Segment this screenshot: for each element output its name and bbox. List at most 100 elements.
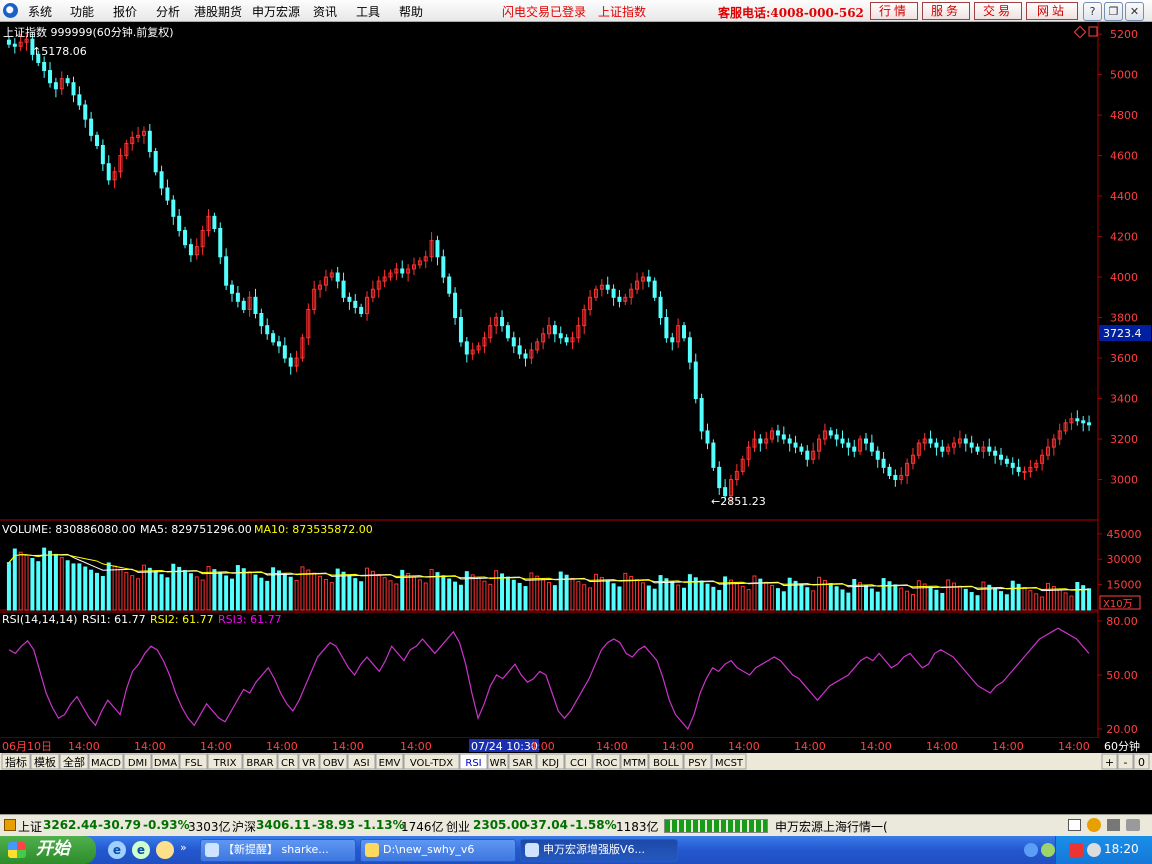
indicator-tab-label: FSL: [185, 758, 203, 769]
menu-news[interactable]: 资讯: [313, 3, 337, 20]
diamond-icon[interactable]: [1073, 25, 1087, 39]
app-logo-icon[interactable]: [3, 3, 18, 18]
volume-bar: [1010, 580, 1015, 611]
service-button[interactable]: 服务: [922, 2, 970, 20]
market-meter-icon: [664, 819, 768, 833]
menu-swhy[interactable]: 申万宏源: [252, 3, 300, 20]
indicator-tab-macd[interactable]: MACD: [88, 753, 124, 770]
candle-body: [987, 446, 992, 452]
indicator-tab-全部[interactable]: 全部: [59, 753, 89, 770]
ie-icon[interactable]: e: [108, 841, 126, 859]
tray-flag-icon[interactable]: [1069, 843, 1083, 857]
candle-body: [505, 325, 510, 339]
indicator-tab-asi[interactable]: ASI: [347, 753, 376, 770]
chart-area[interactable]: 3000 3200 3400 3600 3800 4000 4200 4400 4600 4800…: [0, 22, 1152, 770]
layout-icon[interactable]: [1068, 819, 1081, 831]
volume-bar: [981, 581, 986, 611]
menu-help[interactable]: 帮助: [399, 3, 423, 20]
menu-analysis[interactable]: 分析: [156, 3, 180, 20]
y-tick-label: 3600: [1110, 352, 1138, 365]
candle-body: [705, 430, 710, 444]
top-index-name[interactable]: 上证指数: [598, 3, 646, 20]
task-swhy[interactable]: 申万宏源增强版V6...: [520, 839, 678, 862]
menu-hk-futures[interactable]: 港股期货: [194, 3, 242, 20]
y-tick-label: 45000: [1107, 528, 1142, 541]
indicator-tab-mcst[interactable]: MCST: [711, 753, 747, 770]
tray-tool-icon[interactable]: [1024, 843, 1038, 857]
indicator-tab-cci[interactable]: CCI: [564, 753, 593, 770]
indicator-tab-cr[interactable]: CR: [277, 753, 299, 770]
settings-icon[interactable]: [1126, 819, 1140, 831]
maximize-panel-icon[interactable]: [1088, 26, 1098, 37]
help-icon[interactable]: ?: [1083, 2, 1102, 21]
quotes-button[interactable]: 行情: [870, 2, 918, 20]
volume-bar: [65, 560, 70, 611]
quicklaunch-more-icon[interactable]: »: [180, 841, 187, 854]
task-folder[interactable]: D:\new_swhy_v6: [360, 839, 516, 862]
menu-function[interactable]: 功能: [70, 3, 94, 20]
candle-body: [218, 227, 223, 258]
close-icon[interactable]: ✕: [1125, 2, 1144, 21]
indicator-tab-wr[interactable]: WR: [487, 753, 509, 770]
indicator-tab-trix[interactable]: TRIX: [207, 753, 243, 770]
low-annotation: ←2851.23: [711, 495, 766, 508]
indicator-tab-kdj[interactable]: KDJ: [536, 753, 565, 770]
indicator-tab-brar[interactable]: BRAR: [242, 753, 278, 770]
tray-clock[interactable]: 18:20: [1104, 842, 1139, 856]
volume-bar: [605, 580, 610, 611]
folder-icon: [365, 843, 379, 857]
server-label[interactable]: 申万宏源上海行情一(: [775, 818, 888, 835]
login-status[interactable]: 闪电交易已登录: [502, 3, 586, 20]
tray-network-icon[interactable]: [1087, 843, 1101, 857]
indicator-tab-emv[interactable]: EMV: [375, 753, 404, 770]
indicator-tab-rsi[interactable]: RSI: [459, 753, 488, 770]
volume-bar: [224, 575, 229, 611]
restore-icon[interactable]: ❐: [1104, 2, 1123, 21]
menu-system[interactable]: 系统: [28, 3, 52, 20]
indicator-tab-dma[interactable]: DMA: [151, 753, 180, 770]
volume-bar: [570, 577, 575, 611]
indicator-tab-boll[interactable]: BOLL: [648, 753, 684, 770]
candle-body: [500, 317, 505, 327]
tray-app-icon[interactable]: [1041, 843, 1055, 857]
candle-body: [670, 337, 675, 343]
candle-body: [400, 268, 405, 274]
volume-bar: [247, 571, 252, 611]
indicator-tab-obv[interactable]: OBV: [319, 753, 348, 770]
volume-bar: [670, 581, 675, 611]
task-forum[interactable]: 【新提醒】 sharke...: [200, 839, 356, 862]
volume-title-part: MA5: 829751296.00: [140, 523, 252, 536]
volume-bar: [975, 595, 980, 611]
lock-icon[interactable]: [1107, 819, 1120, 831]
indicator-tab-mtm[interactable]: MTM: [620, 753, 649, 770]
y-tick-label: 5000: [1110, 69, 1138, 82]
tab-control-label: 0: [1138, 756, 1145, 769]
signal-icon[interactable]: [1087, 818, 1101, 832]
indicator-tab-dmi[interactable]: DMI: [123, 753, 152, 770]
indicator-tab-vr[interactable]: VR: [298, 753, 320, 770]
y-tick-label: 5200: [1110, 28, 1138, 41]
indicator-tab-fsl[interactable]: FSL: [179, 753, 208, 770]
volume-bar: [787, 577, 792, 611]
system-tray: 18:20: [1055, 836, 1152, 864]
indicator-tab-指标[interactable]: 指标: [1, 753, 31, 770]
indicator-tab-roc[interactable]: ROC: [592, 753, 621, 770]
desktop-icon[interactable]: [156, 841, 174, 859]
volume-bar: [230, 578, 235, 611]
taskbar: 开始 e e » 【新提醒】 sharke... D:\new_swhy_v6 …: [0, 836, 1152, 864]
start-button[interactable]: 开始: [0, 836, 96, 864]
indicator-tab-label: DMA: [154, 758, 177, 769]
menu-quote[interactable]: 报价: [113, 3, 137, 20]
indicator-tab-模板[interactable]: 模板: [30, 753, 60, 770]
alert-icon[interactable]: [4, 819, 16, 831]
browser-icon[interactable]: e: [132, 841, 150, 859]
indicator-tab-sar[interactable]: SAR: [508, 753, 537, 770]
volume-bar: [441, 575, 446, 611]
website-button[interactable]: 网站: [1026, 2, 1078, 20]
trade-button[interactable]: 交易: [974, 2, 1022, 20]
candle-body: [106, 163, 111, 181]
volume-bar: [53, 553, 58, 611]
indicator-tab-voltdx[interactable]: VOL-TDX: [403, 753, 460, 770]
menu-tools[interactable]: 工具: [356, 3, 380, 20]
indicator-tab-psy[interactable]: PSY: [683, 753, 712, 770]
